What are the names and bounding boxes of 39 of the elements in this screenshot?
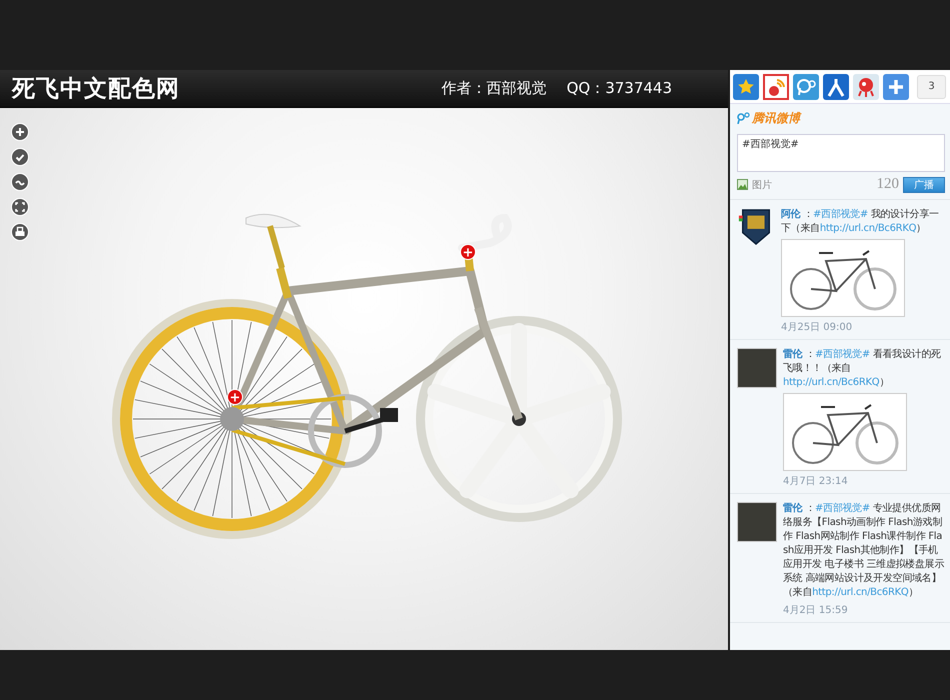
author-link[interactable]: 阿伦	[781, 209, 800, 220]
url-link[interactable]: http://url.cn/Bc6RKQ	[812, 587, 908, 598]
image-label[interactable]: 图片	[752, 178, 772, 192]
post-text: 阿伦 ：#西部视觉# 我的设计分享一下（来自http://url.cn/Bc6RKQ）	[781, 208, 940, 236]
hotspot-button[interactable]: +	[227, 389, 243, 406]
author-link[interactable]: 雷伦	[783, 349, 802, 360]
printer-icon[interactable]	[11, 223, 29, 241]
image-icon[interactable]	[737, 179, 748, 190]
qq-text: QQ：3737443	[566, 79, 672, 98]
fullscreen-icon[interactable]	[11, 198, 29, 216]
site-title: 死飞中文配色网	[12, 75, 180, 103]
topic-link[interactable]: #西部视觉#	[815, 503, 870, 514]
bicycle-thumbnail[interactable]	[781, 239, 905, 317]
topic-link[interactable]: #西部视觉#	[815, 349, 870, 360]
weibo-logo-icon	[737, 112, 751, 124]
topic-link[interactable]: #西部视觉#	[813, 209, 868, 220]
wave-icon[interactable]	[11, 173, 29, 191]
url-link[interactable]: http://url.cn/Bc6RKQ	[820, 223, 916, 234]
author-text: 作者：西部视觉	[442, 79, 547, 98]
url-link[interactable]: http://url.cn/Bc6RKQ	[783, 377, 880, 388]
share-count[interactable]: 3	[917, 74, 946, 98]
compose-field[interactable]: #西部视觉#	[737, 134, 945, 172]
bicycle-thumbnail[interactable]	[783, 393, 907, 471]
post-time: 4月7日 23:14	[783, 475, 849, 488]
post-time: 4月25日 09:00	[781, 321, 854, 334]
post-text: 雷伦 ：#西部视觉# 专业提供优质网络服务【Flash动画制作 Flash游戏制作 Flash网站制作 Flash课件制作 Flash应用开发 Flash其他制作】【手机应用开发 电子楼书 三维虚拟楼盘展示系统 高端网站设计及开发空间域名】 （来自http://url.cn/Bc6RKQ）	[783, 502, 946, 600]
post-time: 4月2日 15:59	[783, 604, 849, 617]
weibo-brand: 腾讯微博	[752, 110, 800, 126]
char-count: 120	[876, 176, 899, 193]
author-link[interactable]: 雷伦	[783, 503, 802, 514]
broadcast-button[interactable]: 广播	[903, 176, 945, 192]
person-glyph-icon[interactable]	[823, 74, 849, 100]
check-icon[interactable]	[11, 148, 29, 166]
plus-icon[interactable]	[883, 74, 909, 100]
hotspot-button[interactable]: +	[460, 244, 476, 260]
zoom-in-icon[interactable]	[11, 123, 29, 141]
fish-icon[interactable]	[853, 74, 879, 100]
rss-icon[interactable]	[763, 74, 789, 100]
post-text: 雷伦 ：#西部视觉# 看看我设计的死飞哦！！（来自 http://url.cn/Bc6RKQ）	[783, 348, 942, 390]
